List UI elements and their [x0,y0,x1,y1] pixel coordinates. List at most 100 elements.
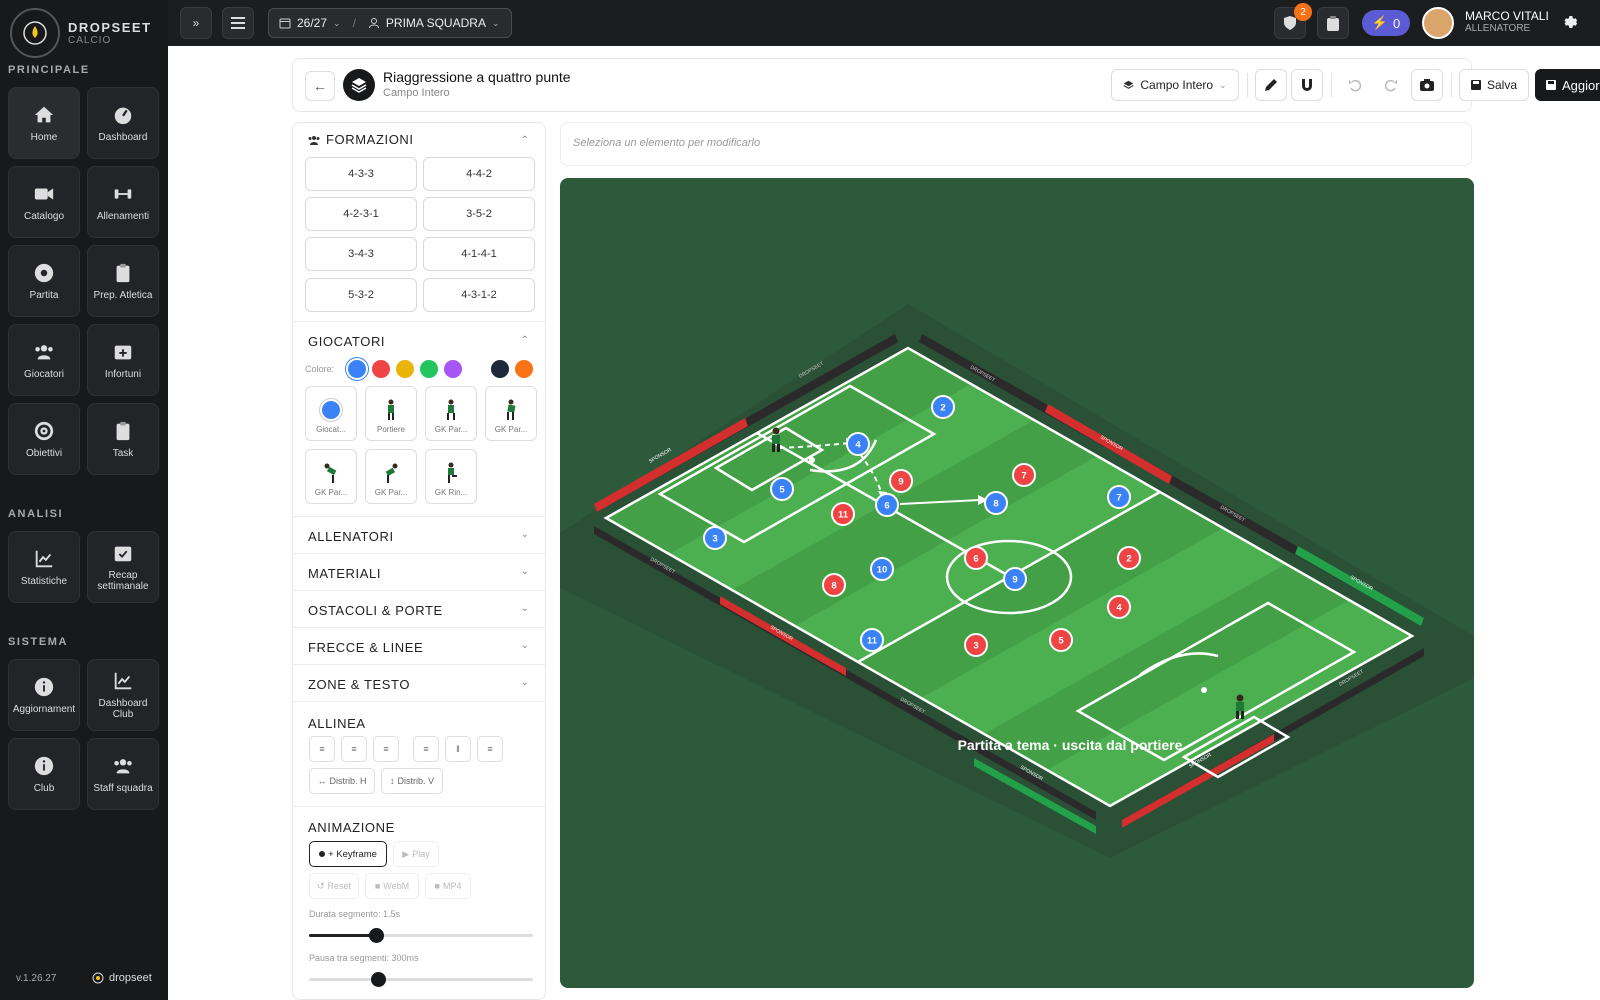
formation-button[interactable]: 3-4-3 [305,237,417,271]
formation-button[interactable]: 4-3-1-2 [423,278,535,312]
player-tile-gk-parata-1[interactable]: GK Par... [425,386,477,441]
blue-player-token[interactable]: 7 [1107,485,1131,509]
reset-button[interactable]: ↺ Reset [309,873,359,899]
save-button[interactable]: Salva [1459,69,1529,101]
color-swatch-green[interactable] [420,360,438,378]
color-swatch-yellow[interactable] [396,360,414,378]
menu-button[interactable] [222,7,254,39]
align-left-button[interactable]: ≡ [309,736,335,762]
blue-player-token[interactable]: 4 [846,432,870,456]
red-player-token[interactable]: 3 [964,633,988,657]
avatar[interactable] [1422,7,1454,39]
credits-badge[interactable]: ⚡ 0 [1362,10,1410,36]
tasks-button[interactable] [1317,7,1349,39]
sidebar-item-infortuni[interactable]: Infortuni [87,324,159,396]
blue-player-token[interactable]: 6 [875,493,899,517]
sidebar-item-home[interactable]: Home [8,87,80,159]
red-player-token[interactable]: 6 [964,546,988,570]
chevron-down-icon[interactable]: ⌄ [521,566,529,577]
field-type-select[interactable]: Campo Intero ⌄ [1111,69,1239,101]
formation-button[interactable]: 5-3-2 [305,278,417,312]
player-tile-gk-parata-4[interactable]: GK Par... [365,449,417,504]
draw-tool-button[interactable] [1255,69,1287,101]
allenatori-header[interactable]: ALLENATORI [308,529,394,544]
sidebar-item-catalogo[interactable]: Catalogo [8,166,80,238]
sidebar-item-task[interactable]: Task [87,403,159,475]
formazioni-header[interactable]: FORMAZIONI [308,132,414,147]
pause-duration-slider[interactable] [309,972,533,987]
giocatori-header[interactable]: GIOCATORI [308,334,385,349]
segment-duration-slider[interactable] [309,928,533,943]
play-button[interactable]: ▶ Play [393,841,439,867]
player-tile-gk-parata-3[interactable]: GK Par... [305,449,357,504]
footer-brand[interactable]: dropseet [92,972,152,984]
sidebar-item-prep-atletica[interactable]: Prep. Atletica [87,245,159,317]
blue-player-token[interactable]: 8 [984,491,1008,515]
player-tile-gk-rinvio[interactable]: GK Rin... [425,449,477,504]
ostacoli-header[interactable]: OSTACOLI & PORTE [308,603,443,618]
chevron-down-icon[interactable]: ⌄ [521,529,529,540]
blue-player-token[interactable]: 11 [860,628,884,652]
slider-knob[interactable] [371,972,386,987]
expand-sidebar-button[interactable]: » [180,7,212,39]
sidebar-item-partita[interactable]: Partita [8,245,80,317]
pitch-svg[interactable]: Partita a tema · uscita dal portiere DRO… [560,178,1474,988]
formation-button[interactable]: 4-2-3-1 [305,197,417,231]
formation-button[interactable]: 4-4-2 [423,157,535,191]
formation-button[interactable]: 4-3-3 [305,157,417,191]
color-swatch-orange[interactable] [515,360,533,378]
export-mp4-button[interactable]: ■ MP4 [425,873,471,899]
tactical-board-canvas[interactable]: Partita a tema · uscita dal portiere DRO… [560,178,1474,988]
add-keyframe-button[interactable]: + Keyframe [309,841,387,867]
back-button[interactable]: ← [305,71,335,101]
red-player-token[interactable]: 7 [1012,463,1036,487]
sidebar-item-staff[interactable]: Staff squadra [87,738,159,810]
align-center-button[interactable]: ≡ [341,736,367,762]
player-tile-gk-parata-2[interactable]: GK Par... [485,386,537,441]
season-team-selector[interactable]: 26/27 ⌄ / PRIMA SQUADRA ⌄ [268,8,512,38]
align-bottom-button[interactable]: ≡ [477,736,503,762]
red-player-token[interactable]: 5 [1049,628,1073,652]
sidebar-item-club[interactable]: Club [8,738,80,810]
blue-player-token[interactable]: 5 [770,477,794,501]
chevron-up-icon[interactable]: ⌃ [521,135,529,146]
red-player-token[interactable]: 4 [1107,595,1131,619]
undo-button[interactable] [1339,69,1371,101]
red-player-token[interactable]: 9 [889,469,913,493]
color-swatch-blue[interactable] [348,360,366,378]
player-tile-generic[interactable]: Giocat... [305,386,357,441]
distribute-horizontal-button[interactable]: ↔ Distrib. H [309,768,375,794]
redo-button[interactable] [1375,69,1407,101]
frecce-header[interactable]: FRECCE & LINEE [308,640,423,655]
formation-button[interactable]: 3-5-2 [423,197,535,231]
red-player-token[interactable]: 11 [831,502,855,526]
export-webm-button[interactable]: ■ WebM [365,873,419,899]
zone-header[interactable]: ZONE & TESTO [308,677,410,692]
magnet-button[interactable] [1291,69,1323,101]
blue-player-token[interactable]: 10 [870,557,894,581]
red-player-token[interactable]: 2 [1117,546,1141,570]
materiali-header[interactable]: MATERIALI [308,566,381,581]
blue-player-token[interactable]: 9 [1003,567,1027,591]
chevron-down-icon[interactable]: ⌄ [521,640,529,651]
brand-logo[interactable]: DROPSEET CALCIO [10,8,152,58]
color-swatch-red[interactable] [372,360,390,378]
slider-knob[interactable] [369,928,385,943]
sidebar-item-allenamenti[interactable]: Allenamenti [87,166,159,238]
blue-player-token[interactable]: 3 [703,526,727,550]
chevron-down-icon[interactable]: ⌄ [521,603,529,614]
chevron-up-icon[interactable]: ⌃ [521,335,529,346]
update-button[interactable]: Aggiorna [1535,69,1600,101]
user-info[interactable]: MARCO VITALI ALLENATORE [1465,9,1549,34]
color-swatch-navy[interactable] [491,360,509,378]
align-middle-button[interactable]: ‖ [445,736,471,762]
sidebar-item-dashboard[interactable]: Dashboard [87,87,159,159]
distribute-vertical-button[interactable]: ↕ Distrib. V [381,768,443,794]
color-swatch-purple[interactable] [444,360,462,378]
sidebar-item-dashboard-club[interactable]: Dashboard Club [87,659,159,731]
chevron-down-icon[interactable]: ⌄ [521,677,529,688]
settings-button[interactable] [1560,13,1578,36]
sidebar-item-aggiornamenti[interactable]: Aggiornament [8,659,80,731]
formation-button[interactable]: 4-1-4-1 [423,237,535,271]
sidebar-item-obiettivi[interactable]: Obiettivi [8,403,80,475]
